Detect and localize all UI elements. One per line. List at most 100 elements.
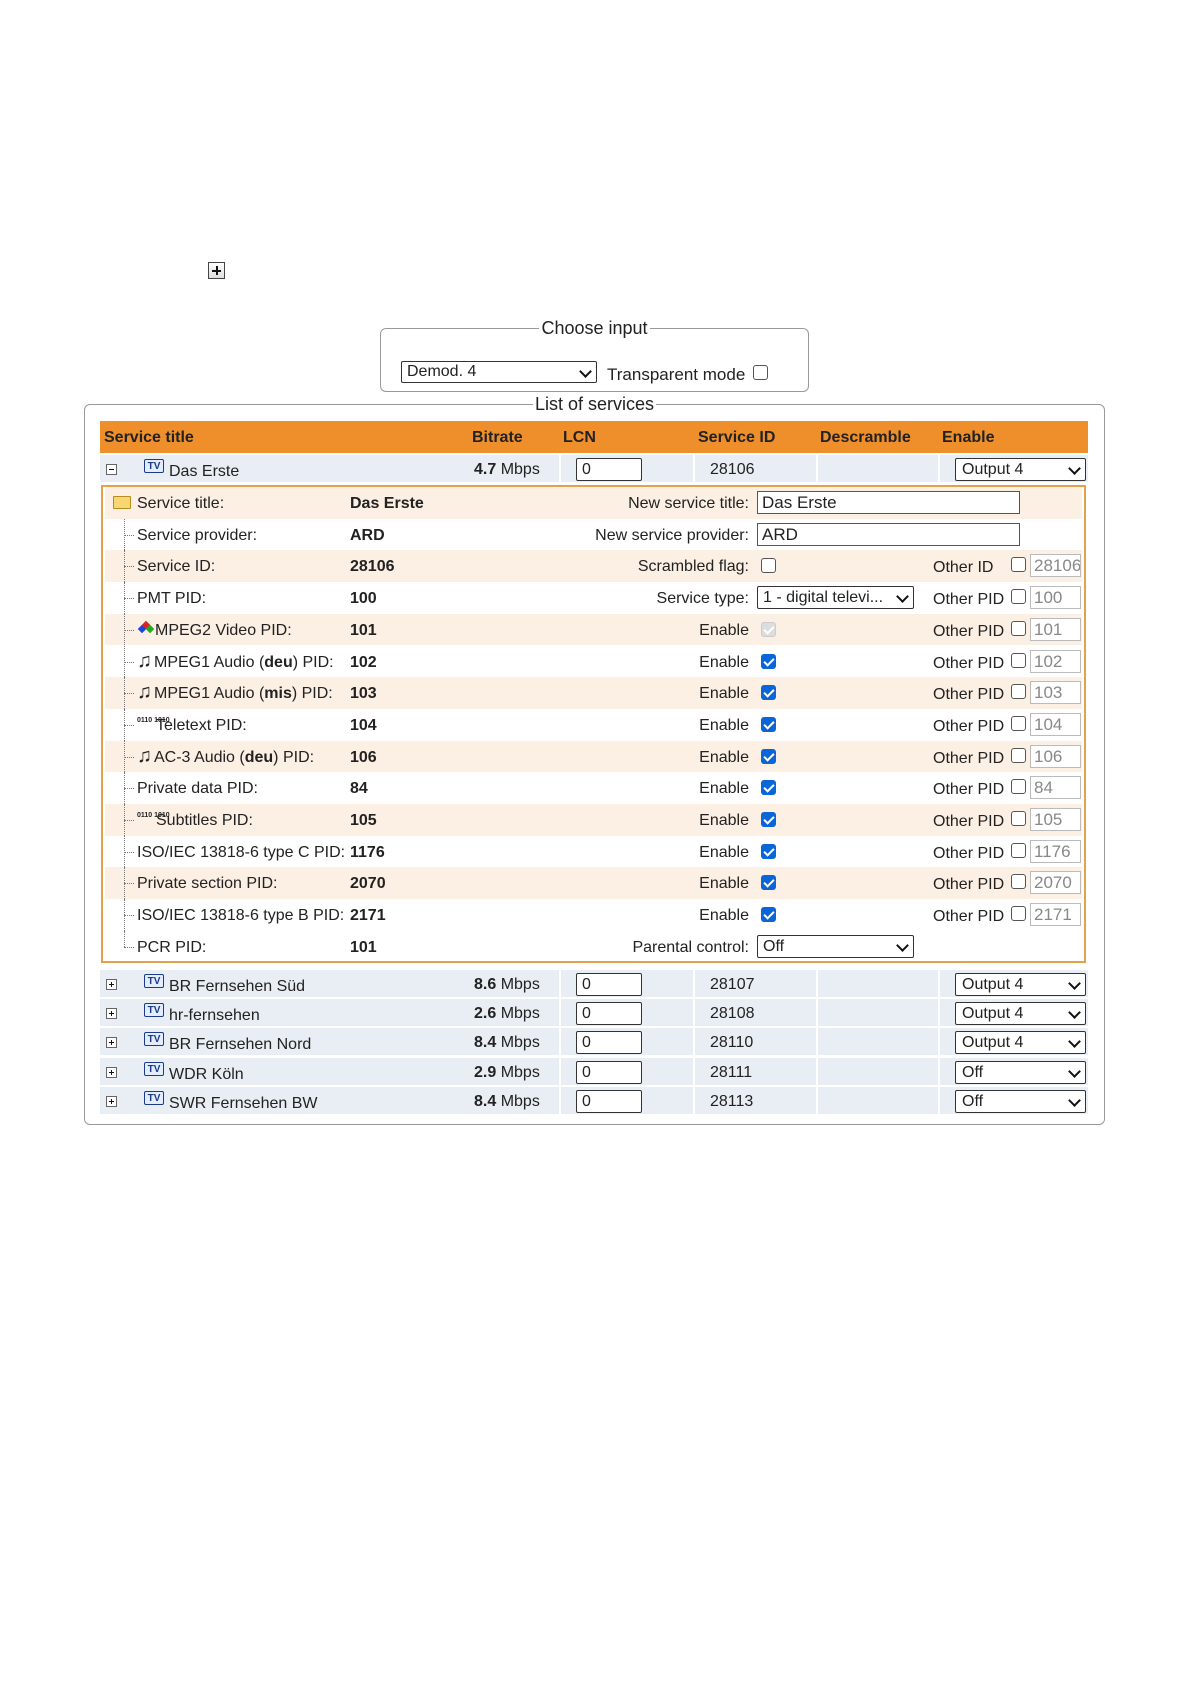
lcn-input[interactable]: 0 <box>576 1031 642 1055</box>
enable-checkbox[interactable] <box>761 812 776 827</box>
service-title[interactable]: BR Fernsehen Nord <box>169 1036 311 1054</box>
other-pid-input[interactable]: 1176 <box>1030 839 1081 863</box>
detail-label: Private section PID: <box>137 875 278 893</box>
expand-toggle-icon[interactable] <box>106 1095 117 1107</box>
enable-label: Enable <box>699 812 749 829</box>
enable-checkbox[interactable] <box>761 716 776 732</box>
detail-row-pid: MPEG2 Video PID: 101 Enable Other PID 101 <box>105 613 1082 646</box>
expand-toggle-icon[interactable] <box>106 1037 117 1049</box>
enable-select[interactable]: Off <box>955 1060 1086 1084</box>
chevron-down-icon <box>1068 462 1081 475</box>
other-pid-input[interactable]: 2070 <box>1030 871 1081 895</box>
input-select[interactable]: Demod. 4 <box>401 361 597 383</box>
service-title[interactable]: SWR Fernsehen BW <box>169 1095 317 1113</box>
other-id-checkbox[interactable] <box>1011 557 1026 573</box>
enable-checkbox[interactable] <box>761 748 776 764</box>
other-pid-checkbox[interactable] <box>1011 652 1026 668</box>
enable-checkbox[interactable] <box>761 685 776 701</box>
other-pid-checkbox[interactable] <box>1011 715 1026 731</box>
detail-label: Service ID: <box>137 558 216 576</box>
detail-label: Service provider: <box>137 526 258 544</box>
enable-select[interactable]: Output 4 <box>955 1031 1086 1055</box>
detail-row-pid: ISO/IEC 13818-6 type C PID: 1176 Enable Oth… <box>105 835 1082 868</box>
detail-value: 104 <box>350 716 377 734</box>
enable-checkbox[interactable] <box>761 621 776 637</box>
lcn-input[interactable]: 0 <box>576 1002 642 1026</box>
header-descramble: Descramble <box>820 429 911 446</box>
service-detail-panel: Service title: Das Erste New service tit… <box>101 485 1086 963</box>
enable-select[interactable]: Off <box>955 1089 1086 1113</box>
enable-checkbox[interactable] <box>761 907 776 923</box>
service-type-select[interactable]: 1 - digital televi... <box>757 586 914 610</box>
folder-icon <box>113 496 131 509</box>
header-lcn: LCN <box>563 429 596 446</box>
other-pid-label: Other PID <box>933 781 1005 799</box>
detail-row-pid: Private section PID: 2070 Enable Other PID 2… <box>105 867 1082 900</box>
enable-select[interactable]: Output 4 <box>955 973 1086 996</box>
other-pid-checkbox[interactable] <box>1011 747 1026 763</box>
enable-select[interactable]: Output 4 <box>955 1002 1086 1026</box>
tv-icon: TV <box>144 1090 164 1105</box>
other-pid-input[interactable]: 103 <box>1030 681 1081 705</box>
data-icon: 0110 1010 <box>137 812 170 819</box>
other-pid-input[interactable]: 106 <box>1030 744 1081 768</box>
service-title[interactable]: BR Fernsehen Süd <box>169 978 305 996</box>
other-pid-checkbox[interactable] <box>1011 779 1026 795</box>
new-service-title-input[interactable]: Das Erste <box>757 491 1020 514</box>
enable-label: Enable <box>699 780 749 798</box>
other-pid-checkbox[interactable] <box>1011 874 1026 890</box>
lcn-input[interactable]: 0 <box>576 1060 642 1084</box>
parental-control-select[interactable]: Off <box>757 934 914 958</box>
new-service-provider-input[interactable]: ARD <box>757 522 1020 546</box>
audio-icon: ♫ <box>137 649 152 672</box>
transparent-mode-checkbox[interactable] <box>753 365 768 380</box>
other-id-input[interactable]: 28106 <box>1030 554 1081 578</box>
service-title[interactable]: Das Erste <box>169 463 239 481</box>
enable-label: Enable <box>699 875 749 893</box>
other-pid-input[interactable]: 104 <box>1030 712 1081 736</box>
scrambled-flag-checkbox[interactable] <box>761 558 776 574</box>
detail-value: 2070 <box>350 875 386 893</box>
enable-select[interactable]: Output 4 <box>955 458 1086 481</box>
service-title[interactable]: WDR Köln <box>169 1066 244 1084</box>
other-pid-label: Other PID <box>933 813 1005 830</box>
expand-toggle-icon[interactable] <box>106 979 117 990</box>
other-pid-checkbox[interactable] <box>1011 842 1026 858</box>
other-pid-input[interactable]: 101 <box>1030 617 1081 641</box>
table-row: TV BR Fernsehen Nord 8.4 Mbps 0 28110 Output … <box>100 1028 1088 1056</box>
other-pid-input[interactable]: 2171 <box>1030 903 1081 927</box>
enable-checkbox[interactable] <box>761 653 776 669</box>
detail-value: ARD <box>350 526 385 544</box>
detail-label: MPEG2 Video PID: <box>137 620 292 640</box>
enable-checkbox[interactable] <box>761 780 776 796</box>
service-bitrate: 8.4 Mbps <box>474 1092 540 1110</box>
detail-value: 28106 <box>350 558 395 576</box>
table-row: TV WDR Köln 2.9 Mbps 0 28111 Off <box>100 1057 1088 1085</box>
collapse-toggle-icon[interactable] <box>106 464 117 475</box>
other-pid-checkbox[interactable] <box>1011 589 1026 605</box>
enable-checkbox[interactable] <box>761 875 776 891</box>
other-pid-input[interactable]: 100 <box>1030 586 1081 610</box>
chevron-down-icon <box>896 590 909 603</box>
expand-toggle-icon[interactable] <box>106 1008 117 1020</box>
other-pid-checkbox[interactable] <box>1011 906 1026 922</box>
service-title[interactable]: hr-fernsehen <box>169 1007 260 1025</box>
other-pid-input[interactable]: 84 <box>1030 776 1081 800</box>
enable-label: Enable <box>699 748 749 766</box>
other-pid-checkbox[interactable] <box>1011 684 1026 700</box>
enable-checkbox[interactable] <box>761 843 776 859</box>
other-pid-checkbox[interactable] <box>1011 620 1026 636</box>
lcn-input[interactable]: 0 <box>576 458 642 481</box>
other-pid-input[interactable]: 105 <box>1030 808 1081 831</box>
lcn-input[interactable]: 0 <box>576 973 642 996</box>
lcn-input[interactable]: 0 <box>576 1089 642 1113</box>
expand-toggle-icon[interactable] <box>106 1066 117 1078</box>
other-pid-checkbox[interactable] <box>1011 811 1026 826</box>
detail-label: 0110 1010Subtitles PID: <box>137 812 253 829</box>
table-row: TV BR Fernsehen Süd 8.6 Mbps 0 28107 Output 4 <box>100 970 1088 997</box>
chevron-down-icon <box>1068 977 1081 990</box>
other-pid-input[interactable]: 102 <box>1030 649 1081 673</box>
detail-label: Private data PID: <box>137 780 258 798</box>
expand-all-icon[interactable] <box>208 262 225 279</box>
detail-value: 1176 <box>350 843 385 861</box>
